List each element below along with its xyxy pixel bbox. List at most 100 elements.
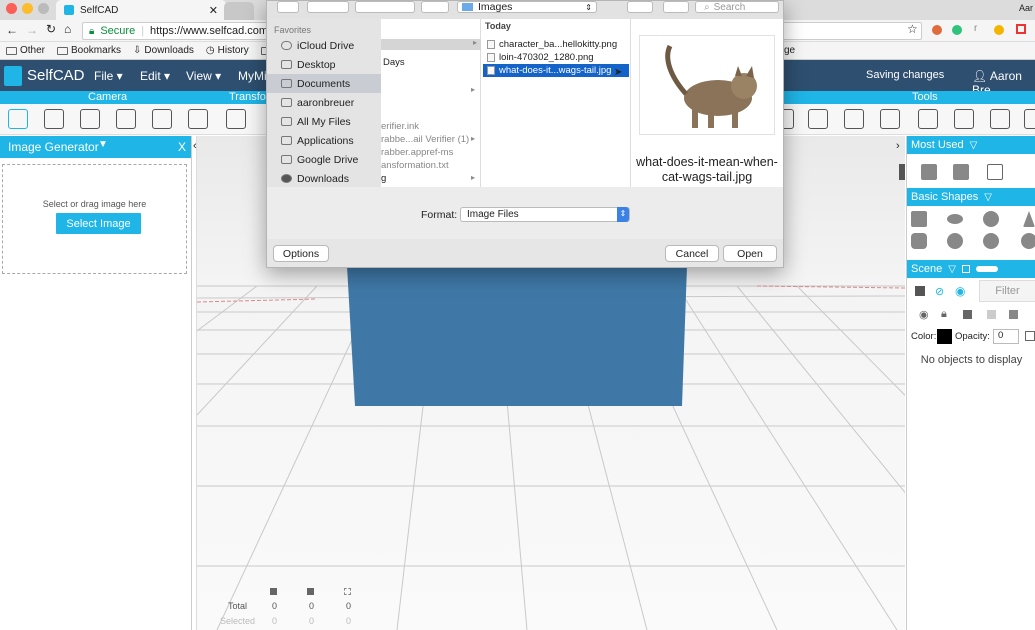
forward-arrow-icon[interactable]: → [26, 23, 38, 37]
menu-mymi[interactable]: MyMi [238, 69, 267, 83]
grammarly-icon[interactable] [952, 25, 962, 35]
pan-camera-icon[interactable] [80, 109, 100, 129]
sphere-shape-icon[interactable] [983, 211, 999, 227]
scene-filter-input[interactable]: Filter [979, 280, 1035, 302]
sidebar-toggle-icon[interactable] [277, 1, 299, 13]
menu-file[interactable]: File ▾ [94, 69, 123, 83]
sidebar-item-desktop[interactable]: Desktop [267, 55, 381, 74]
sidebar-item-documents[interactable]: Documents [267, 74, 381, 93]
opacity-input[interactable]: 0 [993, 329, 1019, 344]
menu-view[interactable]: View ▾ [186, 69, 221, 83]
arrange-button[interactable] [421, 1, 449, 13]
lock-toggle-icon[interactable]: 🔒︎ [941, 308, 947, 321]
camera-settings-icon[interactable] [152, 109, 172, 129]
torus-shape-icon[interactable] [947, 214, 963, 224]
zoom-selection-icon[interactable] [44, 109, 64, 129]
eye-toggle-icon[interactable]: ◉ [919, 308, 929, 321]
blue-box-object[interactable] [347, 266, 687, 406]
column-item[interactable]: g [381, 173, 386, 184]
chevron-down-icon[interactable]: ▼ [98, 139, 108, 150]
column-item[interactable]: Days [383, 57, 405, 68]
most-used-cube3-icon[interactable] [987, 164, 1003, 180]
open-button[interactable]: Open [723, 245, 777, 262]
select-image-button[interactable]: Select Image [56, 213, 141, 234]
basic-shapes-header[interactable]: Basic Shapes ▽ [907, 188, 1035, 206]
view-mode-buttons[interactable] [355, 1, 415, 13]
scene-toggle-icon[interactable] [961, 265, 970, 273]
visibility-slash-icon[interactable]: ⊘ [935, 285, 944, 298]
wire-view-icon[interactable] [987, 310, 996, 319]
geosphere-shape-icon[interactable] [983, 233, 999, 249]
format-select[interactable]: Image Files ⇕ [460, 207, 630, 222]
most-used-cube2-icon[interactable] [953, 164, 969, 180]
move-tool-icon[interactable] [226, 109, 246, 129]
sidebar-item-downloads[interactable]: Downloads [267, 169, 381, 188]
browser-tab-selfcad[interactable]: SelfCAD ✕ [56, 0, 226, 20]
bookmark-bookmarks[interactable]: Bookmarks [57, 45, 121, 56]
search-field[interactable]: ⌕ Search [695, 1, 779, 13]
sidebar-item-google-drive[interactable]: Google Drive [267, 150, 381, 169]
tool-sphere-icon[interactable] [918, 109, 938, 129]
sidebar-item-icloud[interactable]: iCloud Drive [267, 36, 381, 55]
spheres-shape-icon[interactable] [947, 233, 963, 249]
eye-icon[interactable]: ◉ [955, 284, 965, 298]
share-button[interactable] [627, 1, 653, 13]
polyhedron-shape-icon[interactable] [1021, 233, 1035, 249]
tool-cube-b-icon[interactable] [808, 109, 828, 129]
options-button[interactable]: Options [273, 245, 329, 262]
column-item[interactable]: ansformation.txt [381, 160, 449, 171]
extension-icon[interactable] [932, 25, 942, 35]
tool-cube-f-icon[interactable] [990, 109, 1010, 129]
menu-edit[interactable]: Edit ▾ [140, 69, 170, 83]
cancel-button[interactable]: Cancel [665, 245, 719, 262]
back-arrow-icon[interactable]: ← [6, 23, 18, 37]
sidebar-item-applications[interactable]: Applications [267, 131, 381, 150]
right-scroll-handle[interactable] [899, 164, 905, 180]
column-item[interactable]: rabber.appref-ms [381, 147, 453, 158]
file-item[interactable]: character_ba...hellokitty.png [483, 38, 629, 51]
collapse-right-icon[interactable]: › [896, 140, 900, 152]
rotate-camera-icon[interactable] [116, 109, 136, 129]
opacity-option-icon[interactable] [1025, 331, 1035, 341]
column-selected-row[interactable]: ▸ [381, 38, 481, 50]
tool-cube-e-icon[interactable] [954, 109, 974, 129]
ext-red-icon[interactable] [1016, 24, 1026, 34]
sidebar-item-all-files[interactable]: All My Files [267, 112, 381, 131]
back-forward-buttons[interactable] [307, 1, 349, 13]
reader-icon[interactable]: r [974, 23, 977, 34]
most-used-cube-icon[interactable] [921, 164, 937, 180]
bookmark-other[interactable]: Other [6, 45, 45, 56]
reload-icon[interactable]: ↻ [46, 22, 56, 36]
home-icon[interactable]: ⌂ [64, 22, 71, 36]
shade-view-icon[interactable] [1009, 310, 1018, 319]
zoom-window-button[interactable] [38, 3, 49, 14]
sidebar-item-home[interactable]: aaronbreuer [267, 93, 381, 112]
tool-cube-c-icon[interactable] [844, 109, 864, 129]
bookmark-downloads[interactable]: ⇩ Downloads [133, 45, 194, 56]
tab-close-icon[interactable]: ✕ [209, 4, 218, 17]
chrome-extension-icon[interactable] [994, 25, 1004, 35]
browser-tab-new[interactable] [224, 2, 254, 20]
scene-header[interactable]: Scene ▽ [907, 260, 1035, 278]
group-icon[interactable] [915, 286, 925, 296]
column-item[interactable]: erifier.ink [381, 121, 419, 132]
image-generator-tool-icon[interactable] [8, 109, 28, 129]
color-swatch[interactable] [937, 329, 952, 344]
file-item-selected[interactable]: what-does-it...wags-tail.jpg [483, 64, 629, 77]
panel-close-button[interactable]: X [178, 140, 186, 154]
column-item[interactable]: rabbe...ail Verifier (1) [381, 134, 469, 145]
solid-view-icon[interactable] [963, 310, 972, 319]
tag-button[interactable] [663, 1, 689, 13]
location-popup[interactable]: Images ⇕ [457, 1, 597, 13]
close-window-button[interactable] [6, 3, 17, 14]
cone-shape-icon[interactable] [1023, 211, 1035, 227]
camera-view-icon[interactable] [188, 109, 208, 129]
bookmark-star-icon[interactable]: ☆ [907, 22, 918, 36]
minimize-window-button[interactable] [22, 3, 33, 14]
tool-cube-g-icon[interactable] [1024, 109, 1035, 129]
most-used-header[interactable]: Most Used ▽ [907, 136, 1035, 154]
file-item[interactable]: loin-470302_1280.png [483, 51, 629, 64]
cube-shape-icon[interactable] [911, 211, 927, 227]
bookmark-history[interactable]: ◷ History [206, 45, 249, 56]
tool-cube-d-icon[interactable] [880, 109, 900, 129]
